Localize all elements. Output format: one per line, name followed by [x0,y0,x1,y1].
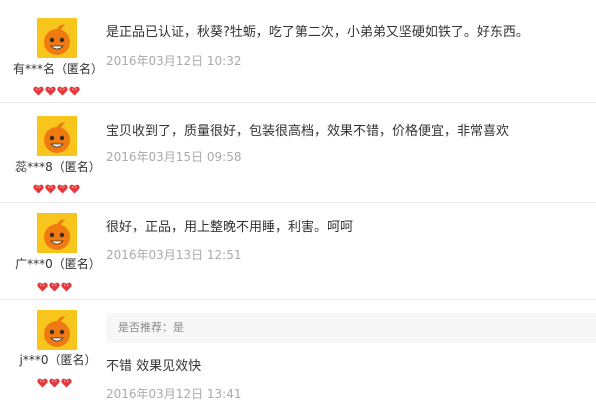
heart-gem-icon [33,179,44,194]
user-avatar-icon [37,310,77,350]
heart-gem-icon [37,277,48,292]
recommend-box: 是否推荐：是 [106,313,596,343]
review-date: 2016年03月13日 12:51 [106,248,242,262]
review-text: 宝贝收到了，质量很好，包装很高档，效果不错，价格便宜，非常喜欢 [106,124,510,139]
rating-hearts [37,277,97,292]
heart-gem-icon [69,179,80,194]
heart-gem-icon [61,277,72,292]
heart-gem-icon [69,81,80,96]
heart-gem-icon [49,277,60,292]
heart-gem-icon [49,373,60,388]
review-text: 不错 效果见效快 [106,359,202,374]
review-item: 广***0（匿名） 很好，正品，用上整晚不用睡，利害。呵呵 2016年03月13… [0,203,596,300]
heart-gem-icon [57,81,68,96]
heart-gem-icon [45,179,56,194]
review-text: 很好，正品，用上整晚不用睡，利害。呵呵 [106,220,354,235]
review-date: 2016年03月12日 13:41 [106,387,242,401]
heart-gem-icon [45,81,56,96]
heart-gem-icon [61,373,72,388]
username[interactable]: 广***0（匿名） [0,255,116,272]
user-avatar-icon [37,213,77,253]
heart-gem-icon [37,373,48,388]
user-avatar-icon [37,116,77,156]
review-date: 2016年03月15日 09:58 [106,150,242,164]
review-text: 是正品已认证，秋葵?牡蛎，吃了第二次，小弟弟又坚硬如铁了。好东西。 [106,25,529,40]
username[interactable]: 蕊***8（匿名） [0,158,116,175]
review-date: 2016年03月12日 10:32 [106,54,242,68]
rating-hearts [33,81,93,96]
review-item: j***0（匿名） 是否推荐：是 不错 效果见效快 2016年03月12日 13… [0,300,596,412]
heart-gem-icon [33,81,44,96]
review-item: 蕊***8（匿名） 宝贝收到了，质量很好，包装很高档，效果不错，价格便宜，非常喜… [0,103,596,203]
review-item: 有***名（匿名） 是正品已认证，秋葵?牡蛎，吃了第二次，小弟弟又坚硬如铁了。好… [0,0,596,103]
heart-gem-icon [57,179,68,194]
rating-hearts [37,373,97,388]
user-avatar-icon [37,18,77,58]
username[interactable]: j***0（匿名） [0,351,116,368]
rating-hearts [33,179,93,194]
username[interactable]: 有***名（匿名） [0,60,116,77]
